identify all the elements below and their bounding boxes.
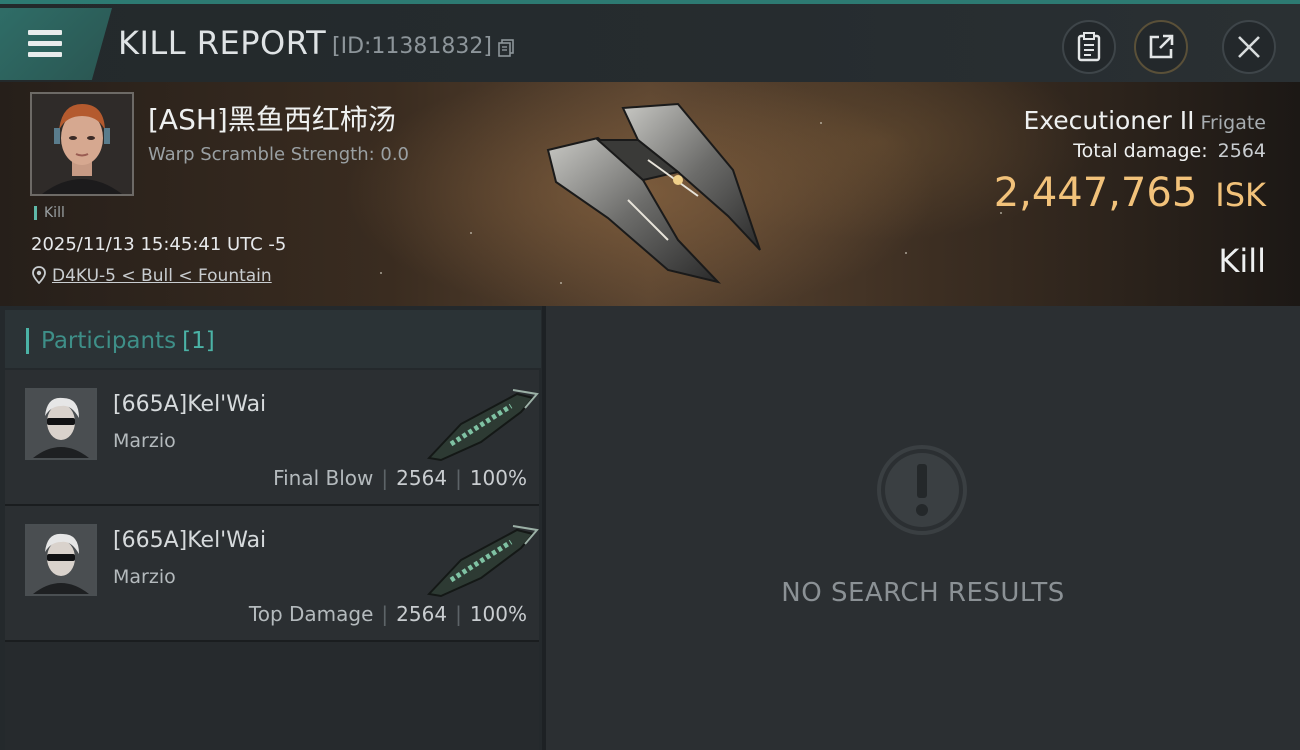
participant-stats: Top Damage | 2564 | 100% [249,602,527,626]
separator: | [455,466,462,490]
empty-row [5,642,539,750]
isk-value-row: 2,447,765 ISK [994,170,1266,216]
close-icon [1238,36,1260,58]
isk-unit: ISK [1215,176,1266,214]
participant-stat-label: Final Blow [273,466,374,490]
separator: | [381,602,389,626]
location-link[interactable]: D4KU-5 < Bull < Fountain [52,266,272,286]
victim-header: [ASH]黑鱼西红柿汤 Warp Scramble Strength: 0.0 … [0,82,1300,306]
total-damage: Total damage: 2564 [1073,140,1266,162]
menu-icon [28,30,62,35]
participant-corp: Marzio [113,566,176,588]
header-accent [26,328,29,354]
participant-avatar[interactable] [25,524,97,596]
total-damage-label: Total damage: [1073,140,1208,162]
star [905,252,907,254]
participants-title-text: Participants [41,328,177,354]
avatar-image [27,390,95,458]
close-button[interactable] [1222,20,1276,74]
participant-corp: Marzio [113,430,176,452]
participant-avatar[interactable] [25,388,97,460]
separator: | [455,602,462,626]
clipboard-button[interactable] [1062,20,1116,74]
participants-title: Participants [1] [41,328,215,354]
participant-ship-image [426,525,539,598]
participants-count: [1] [182,328,215,354]
participant-name[interactable]: [665A]Kel'Wai [113,528,266,553]
kill-datetime: 2025/11/13 15:45:41 UTC -5 [31,234,287,255]
avatar-image [27,526,95,594]
participant-ship-image [426,389,539,462]
top-bar: KILL REPORT [ID:11381832] [0,0,1300,82]
page-title: KILL REPORT [118,24,327,62]
participant-damage: 2564 [396,602,448,626]
ship-name-text: Executioner II [1023,106,1195,135]
victim-ship-image [546,102,761,284]
participant-row[interactable]: [665A]Kel'Wai Marzio Final Blow | 2564 | 100… [5,370,539,506]
participant-stat-label: Top Damage [248,602,374,626]
share-button[interactable] [1134,20,1188,74]
copy-icon[interactable] [498,39,514,57]
participant-stats: Final Blow | 2564 | 100% [273,466,527,490]
no-results-text: NO SEARCH RESULTS [781,578,1065,608]
isk-value: 2,447,765 [993,170,1198,216]
location[interactable]: D4KU-5 < Bull < Fountain [32,266,272,286]
report-id: [ID:11381832] [332,34,492,59]
victim-name[interactable]: [ASH]黑鱼西红柿汤 [148,98,396,138]
kill-tag: Kill [34,206,65,220]
participant-row[interactable]: [665A]Kel'Wai Marzio Top Damage | 2564 | 100… [5,506,539,642]
star [820,122,822,124]
menu-icon-bar [28,52,62,57]
ship-name: Executioner II Frigate [1023,106,1266,135]
alert-icon [877,445,967,535]
victim-avatar[interactable] [30,92,134,196]
result-label: Kill [1218,242,1266,280]
warp-scramble-strength: Warp Scramble Strength: 0.0 [148,144,410,165]
participant-percent: 100% [469,466,527,490]
star [380,272,382,274]
participant-damage: 2564 [396,466,448,490]
location-pin-icon [32,266,46,284]
avatar-image [32,94,132,194]
participant-name[interactable]: [665A]Kel'Wai [113,392,266,417]
participants-header: Participants [1] [5,310,541,368]
clipboard-icon [1077,32,1101,62]
menu-button[interactable] [0,8,112,80]
share-icon [1149,34,1174,59]
participant-percent: 100% [469,602,527,626]
results-panel: NO SEARCH RESULTS [546,306,1300,750]
separator: | [381,466,389,490]
menu-icon-bar [28,41,62,46]
star [470,232,472,234]
participants-panel: Participants [1] [665A]Kel'Wai Marzio Fin… [0,306,542,750]
total-damage-value: 2564 [1217,140,1266,162]
ship-class: Frigate [1200,112,1266,134]
